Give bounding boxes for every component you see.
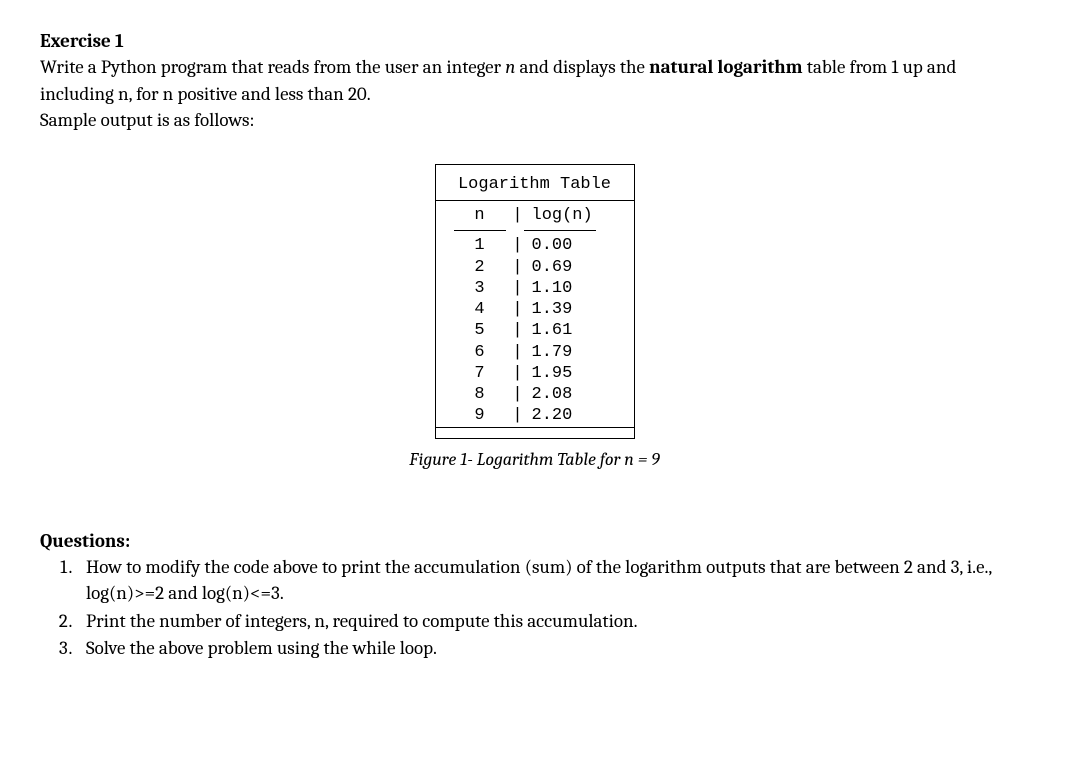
header-n: n [450, 205, 510, 226]
cell-logn: 0.00 [526, 235, 612, 256]
column-separator: | [510, 278, 526, 299]
list-item: How to modify the code above to print th… [76, 554, 1029, 607]
table-row: 3|1.10 [450, 278, 620, 299]
questions-title: Questions: [40, 530, 1029, 552]
cell-n: 1 [450, 235, 510, 256]
column-separator: | [510, 363, 526, 384]
intro-text-1: Write a Python program that reads from t… [40, 56, 505, 78]
figure-caption: Figure 1- Logarithm Table for n = 9 [409, 449, 659, 470]
log-table-header: n | log(n) [450, 201, 620, 230]
log-table-body: 1|0.002|0.693|1.104|1.395|1.616|1.797|1.… [450, 235, 620, 426]
header-underline [450, 230, 620, 231]
table-row: 5|1.61 [450, 320, 620, 341]
table-row: 8|2.08 [450, 384, 620, 405]
logarithm-table-figure: Logarithm Table n | log(n) 1|0.002|0.693… [40, 164, 1029, 470]
cell-logn: 0.69 [526, 257, 612, 278]
table-row: 2|0.69 [450, 257, 620, 278]
header-logn: log(n) [526, 205, 612, 226]
intro-text-2: and displays the [515, 56, 649, 78]
cell-logn: 2.20 [526, 405, 612, 426]
intro-paragraph: Write a Python program that reads from t… [40, 54, 1029, 134]
intro-bold-term: natural logarithm [649, 56, 803, 78]
table-row: 6|1.79 [450, 342, 620, 363]
intro-text-4: Sample output is as follows: [40, 109, 254, 131]
list-item: Solve the above problem using the while … [76, 635, 1029, 662]
table-row: 4|1.39 [450, 299, 620, 320]
cell-n: 5 [450, 320, 510, 341]
column-separator: | [510, 257, 526, 278]
cell-logn: 1.95 [526, 363, 612, 384]
cell-n: 8 [450, 384, 510, 405]
exercise-title: Exercise 1 [40, 30, 1029, 52]
cell-n: 7 [450, 363, 510, 384]
questions-list: How to modify the code above to print th… [76, 554, 1029, 662]
cell-n: 9 [450, 405, 510, 426]
table-row: 9|2.20 [450, 405, 620, 426]
column-separator: | [510, 235, 526, 256]
column-separator: | [510, 320, 526, 341]
table-row: 7|1.95 [450, 363, 620, 384]
log-table-title: Logarithm Table [450, 171, 620, 200]
cell-n: 4 [450, 299, 510, 320]
column-separator: | [510, 405, 526, 426]
column-separator: | [510, 342, 526, 363]
divider [436, 427, 634, 428]
intro-var-n: n [505, 56, 515, 78]
column-separator: | [510, 384, 526, 405]
logarithm-table: Logarithm Table n | log(n) 1|0.002|0.693… [435, 164, 635, 439]
column-separator: | [510, 205, 526, 226]
cell-n: 2 [450, 257, 510, 278]
cell-logn: 1.39 [526, 299, 612, 320]
table-row: 1|0.00 [450, 235, 620, 256]
cell-n: 6 [450, 342, 510, 363]
cell-logn: 1.79 [526, 342, 612, 363]
column-separator: | [510, 299, 526, 320]
list-item: Print the number of integers, n, require… [76, 608, 1029, 635]
cell-logn: 1.61 [526, 320, 612, 341]
cell-n: 3 [450, 278, 510, 299]
cell-logn: 2.08 [526, 384, 612, 405]
cell-logn: 1.10 [526, 278, 612, 299]
